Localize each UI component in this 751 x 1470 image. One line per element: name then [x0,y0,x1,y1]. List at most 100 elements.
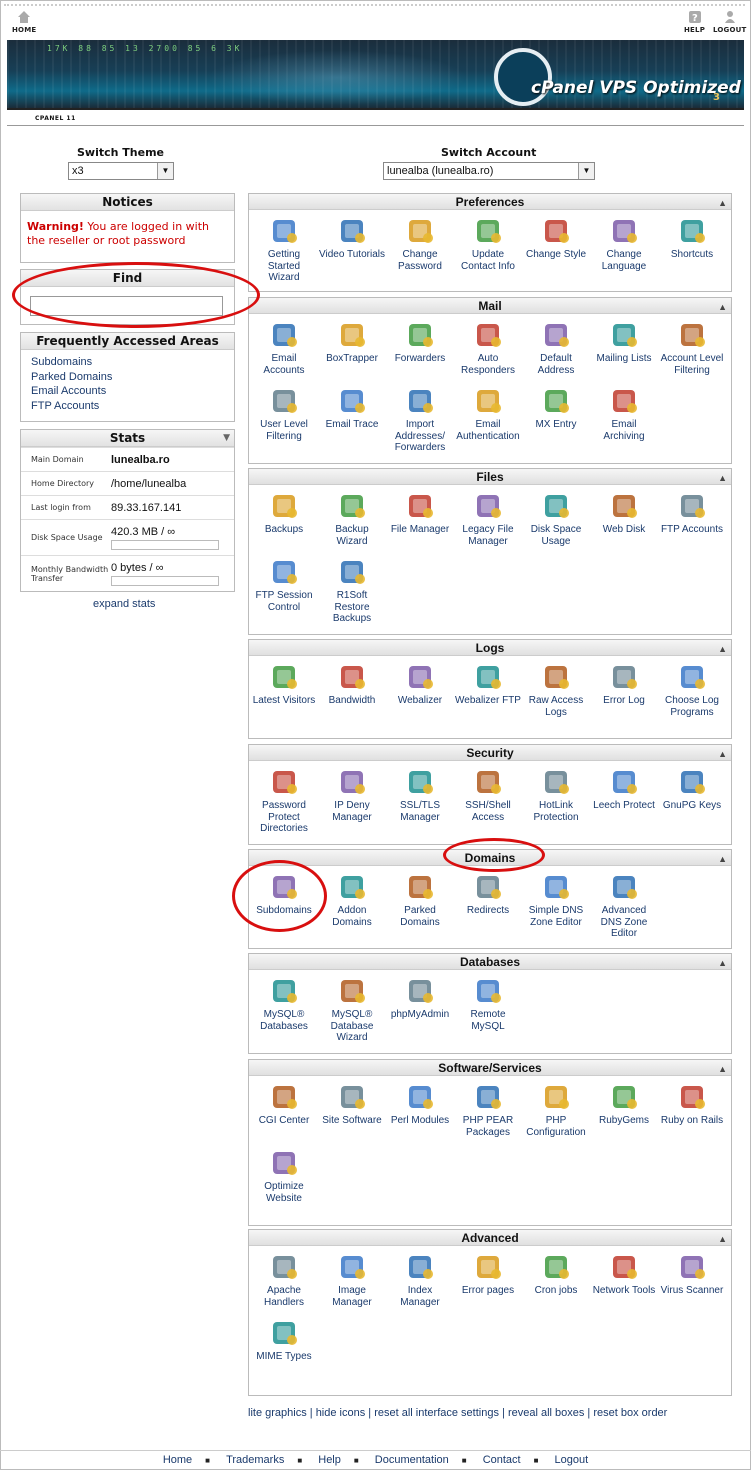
item-perl-modules[interactable]: Perl Modules [387,1082,453,1127]
item-cron-jobs[interactable]: Cron jobs [523,1252,589,1297]
item-phpmyadmin[interactable]: phpMyAdmin [387,976,453,1021]
item-leech-protect[interactable]: Leech Protect [591,767,657,812]
item-raw-access-logs[interactable]: Raw Access Logs [523,662,589,718]
group-files-header[interactable]: Files ▲ [249,469,731,485]
item-advanced-dns-zone-editor[interactable]: Advanced DNS Zone Editor [591,872,657,940]
item-web-disk[interactable]: Web Disk [591,491,657,536]
item-hotlink-protection[interactable]: HotLink Protection [523,767,589,823]
item-virus-scanner[interactable]: Virus Scanner [659,1252,725,1297]
item-backup-wizard[interactable]: Backup Wizard [319,491,385,547]
item-legacy-file-manager[interactable]: Legacy File Manager [455,491,521,547]
expand-stats-link[interactable]: expand stats [93,598,155,610]
item-ftp-session-control[interactable]: FTP Session Control [251,557,317,613]
reset-interface-link[interactable]: reset all interface settings [374,1407,499,1419]
group-security-header[interactable]: Security ▲ [249,745,731,761]
item-network-tools[interactable]: Network Tools [591,1252,657,1297]
stats-header[interactable]: Stats ▼ [21,430,234,447]
item-mysql-database-wizard[interactable]: MySQL® Database Wizard [319,976,385,1044]
footer-trademarks-link[interactable]: Trademarks [226,1454,284,1466]
item-mysql-databases[interactable]: MySQL® Databases [251,976,317,1032]
item-rubygems[interactable]: RubyGems [591,1082,657,1127]
reveal-boxes-link[interactable]: reveal all boxes [508,1407,584,1419]
collapse-arrow-icon[interactable]: ▲ [718,1231,727,1247]
collapse-arrow-icon[interactable]: ▲ [718,851,727,867]
lite-graphics-link[interactable]: lite graphics [248,1407,307,1419]
faa-link-ftp-accounts[interactable]: FTP Accounts [31,399,224,414]
faa-link-subdomains[interactable]: Subdomains [31,355,224,370]
item-webalizer-ftp[interactable]: Webalizer FTP [455,662,521,707]
group-databases-header[interactable]: Databases ▲ [249,954,731,970]
item-change-password[interactable]: Change Password [387,216,453,272]
item-latest-visitors[interactable]: Latest Visitors [251,662,317,707]
item-addon-domains[interactable]: Addon Domains [319,872,385,928]
item-ruby-on-rails[interactable]: Ruby on Rails [659,1082,725,1127]
footer-help-link[interactable]: Help [318,1454,341,1466]
item-update-contact-info[interactable]: Update Contact Info [455,216,521,272]
item-forwarders[interactable]: Forwarders [387,320,453,365]
item-change-style[interactable]: Change Style [523,216,589,261]
help-link[interactable]: ? HELP [684,10,705,34]
switch-theme-select[interactable]: x3 ▼ [68,162,174,180]
item-index-manager[interactable]: Index Manager [387,1252,453,1308]
item-mime-types[interactable]: MIME Types [251,1318,317,1363]
home-link[interactable]: HOME [12,10,36,34]
item-redirects[interactable]: Redirects [455,872,521,917]
item-php-pear-packages[interactable]: PHP PEAR Packages [455,1082,521,1138]
item-r1soft-restore-backups[interactable]: R1Soft Restore Backups [319,557,385,625]
item-error-log[interactable]: Error Log [591,662,657,707]
item-getting-started-wizard[interactable]: Getting Started Wizard [251,216,317,284]
collapse-arrow-icon[interactable]: ▲ [718,955,727,971]
item-boxtrapper[interactable]: BoxTrapper [319,320,385,365]
item-choose-log-programs[interactable]: Choose Log Programs [659,662,725,718]
collapse-arrow-icon[interactable]: ▲ [718,470,727,486]
reset-box-order-link[interactable]: reset box order [593,1407,667,1419]
collapse-arrow-icon[interactable]: ▲ [718,1061,727,1077]
item-simple-dns-zone-editor[interactable]: Simple DNS Zone Editor [523,872,589,928]
item-mailing-lists[interactable]: Mailing Lists [591,320,657,365]
collapse-arrow-icon[interactable]: ▼ [223,430,230,447]
group-preferences-header[interactable]: Preferences ▲ [249,194,731,210]
item-file-manager[interactable]: File Manager [387,491,453,536]
collapse-arrow-icon[interactable]: ▲ [718,299,727,315]
group-mail-header[interactable]: Mail ▲ [249,298,731,314]
item-ftp-accounts[interactable]: FTP Accounts [659,491,725,536]
item-cgi-center[interactable]: CGI Center [251,1082,317,1127]
switch-account-select[interactable]: lunealba (lunealba.ro) ▼ [383,162,595,180]
item-password-protect-directories[interactable]: Password Protect Directories [251,767,317,835]
group-logs-header[interactable]: Logs ▲ [249,640,731,656]
item-shortcuts[interactable]: Shortcuts [659,216,725,261]
item-backups[interactable]: Backups [251,491,317,536]
footer-documentation-link[interactable]: Documentation [375,1454,449,1466]
item-video-tutorials[interactable]: Video Tutorials [319,216,385,261]
faa-link-parked-domains[interactable]: Parked Domains [31,370,224,385]
item-default-address[interactable]: Default Address [523,320,589,376]
item-parked-domains[interactable]: Parked Domains [387,872,453,928]
item-email-authentication[interactable]: Email Authentication [455,386,521,442]
footer-logout-link[interactable]: Logout [555,1454,589,1466]
item-user-level-filtering[interactable]: User Level Filtering [251,386,317,442]
item-ssl-tls-manager[interactable]: SSL/TLS Manager [387,767,453,823]
hide-icons-link[interactable]: hide icons [316,1407,366,1419]
item-change-language[interactable]: Change Language [591,216,657,272]
collapse-arrow-icon[interactable]: ▲ [718,195,727,211]
item-ssh-shell-access[interactable]: SSH/Shell Access [455,767,521,823]
item-import-addresses-forwarders[interactable]: Import Addresses/ Forwarders [387,386,453,454]
item-apache-handlers[interactable]: Apache Handlers [251,1252,317,1308]
item-optimize-website[interactable]: Optimize Website [251,1148,317,1204]
item-image-manager[interactable]: Image Manager [319,1252,385,1308]
footer-contact-link[interactable]: Contact [483,1454,521,1466]
item-email-archiving[interactable]: Email Archiving [591,386,657,442]
item-webalizer[interactable]: Webalizer [387,662,453,707]
collapse-arrow-icon[interactable]: ▲ [718,746,727,762]
item-mx-entry[interactable]: MX Entry [523,386,589,431]
item-error-pages[interactable]: Error pages [455,1252,521,1297]
item-gnupg-keys[interactable]: GnuPG Keys [659,767,725,812]
footer-home-link[interactable]: Home [163,1454,192,1466]
item-email-trace[interactable]: Email Trace [319,386,385,431]
group-advanced-header[interactable]: Advanced ▲ [249,1230,731,1246]
logout-link[interactable]: LOGOUT [713,10,747,34]
item-ip-deny-manager[interactable]: IP Deny Manager [319,767,385,823]
item-php-configuration[interactable]: PHP Configuration [523,1082,589,1138]
item-account-level-filtering[interactable]: Account Level Filtering [659,320,725,376]
item-disk-space-usage[interactable]: Disk Space Usage [523,491,589,547]
